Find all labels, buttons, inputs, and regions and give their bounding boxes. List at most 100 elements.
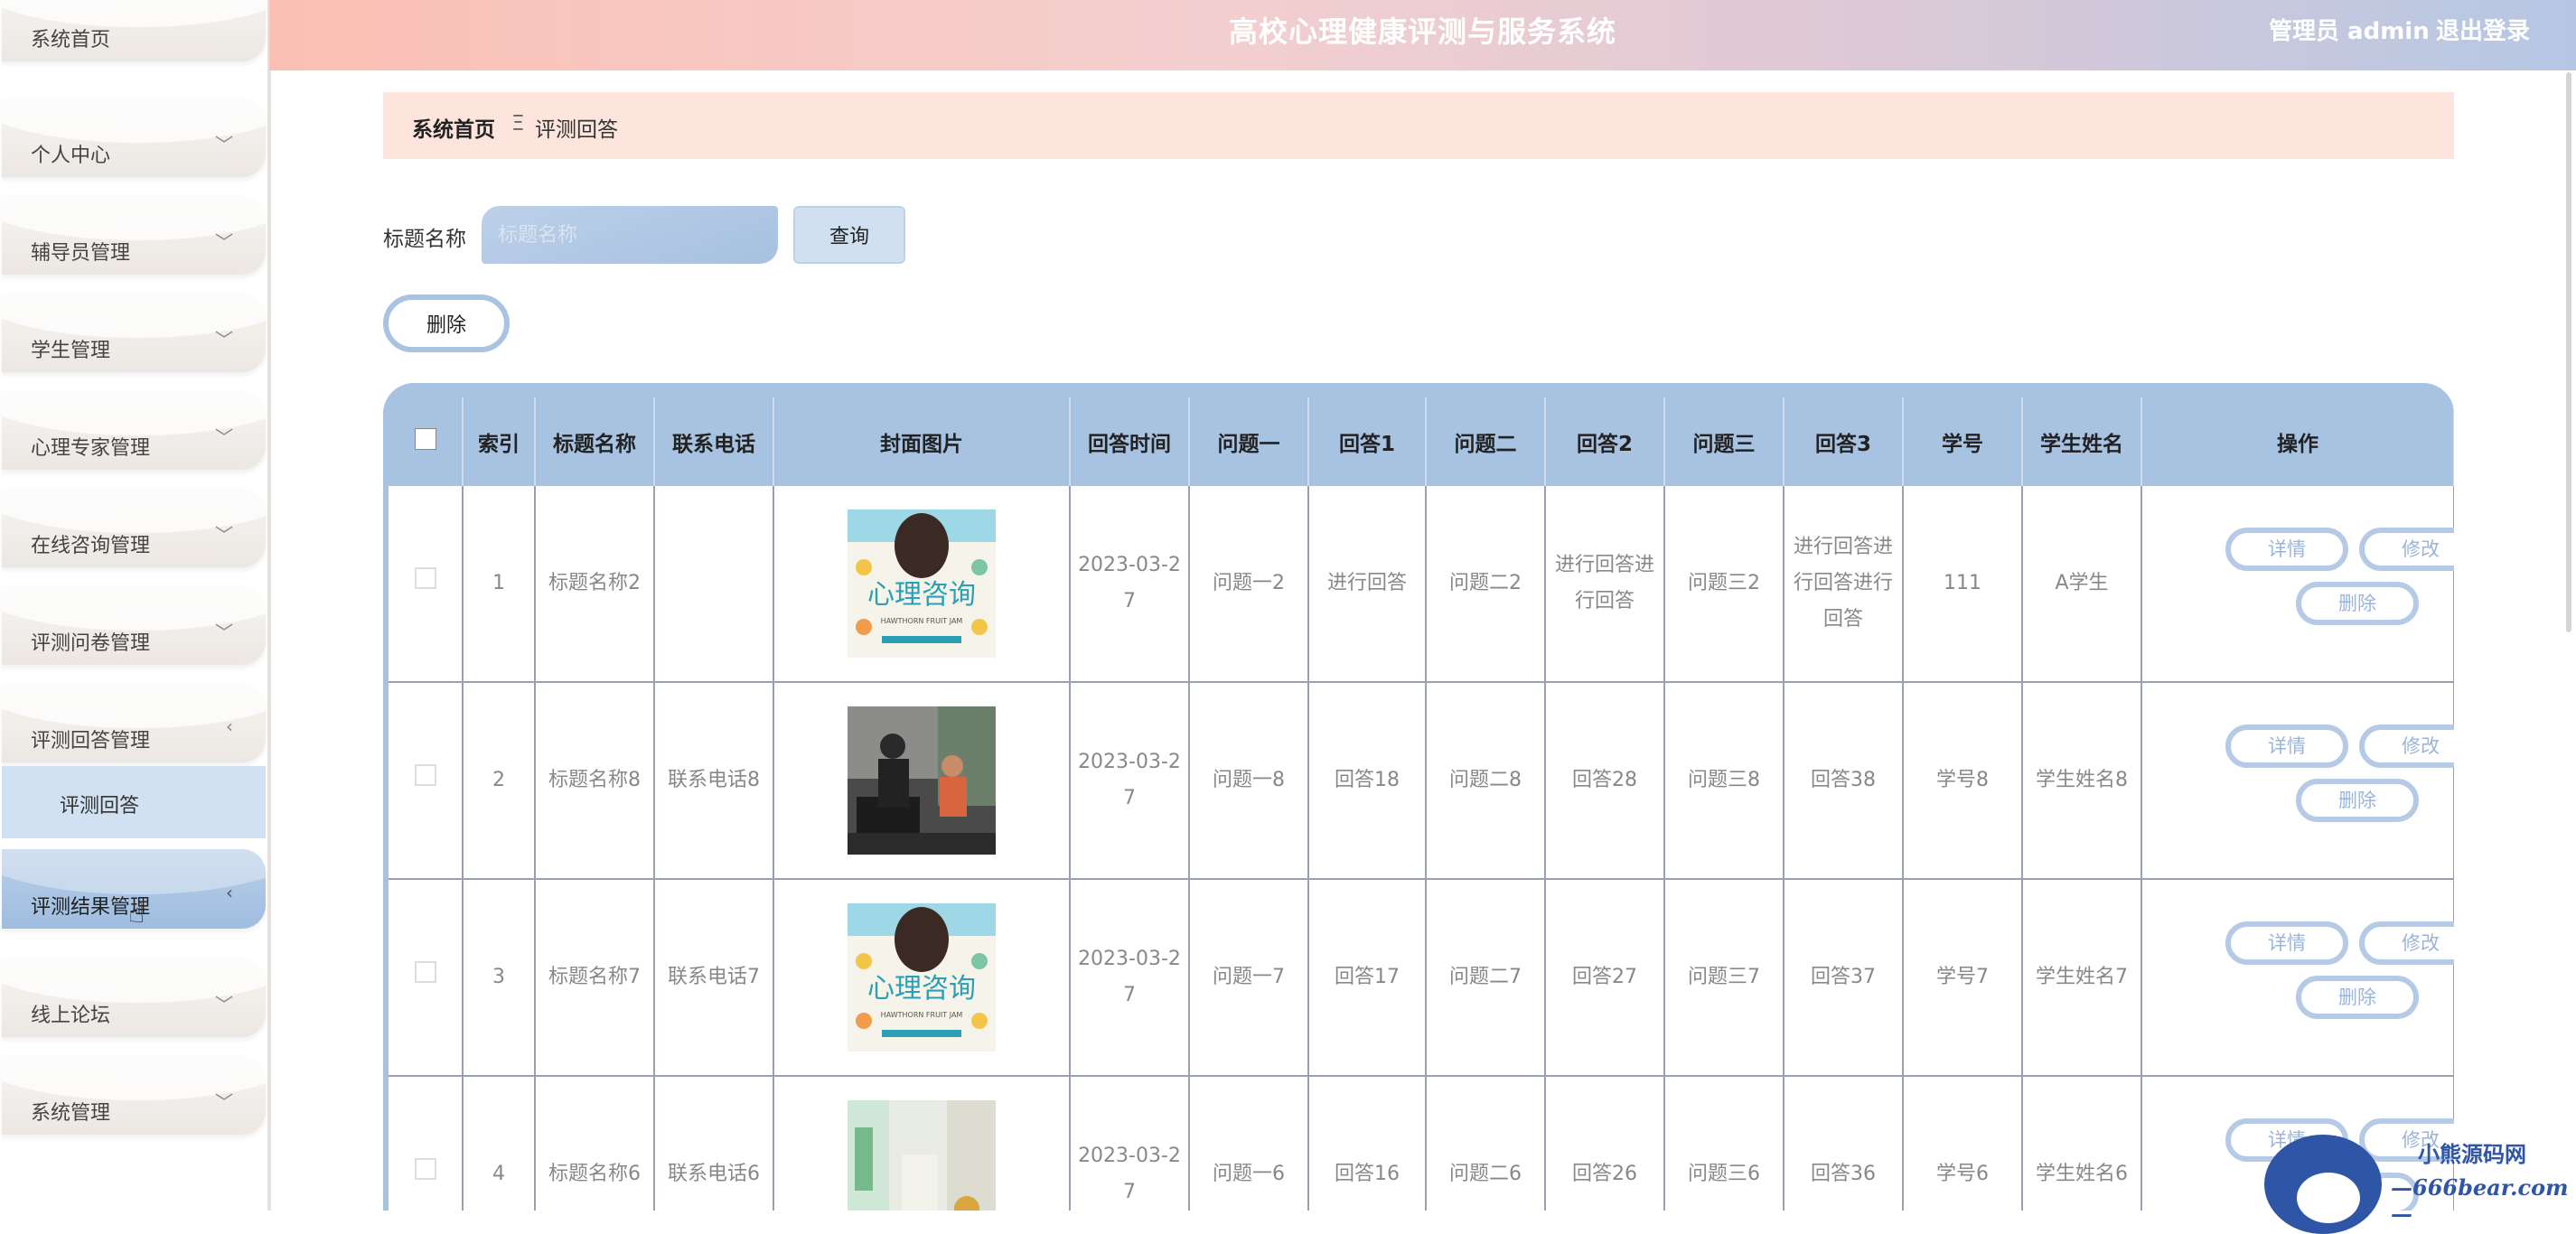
sidebar-item-label: 学生管理 — [31, 340, 111, 362]
sidebar-item-profile[interactable]: 个人中心 ﹀ — [2, 98, 266, 177]
search-input[interactable] — [482, 206, 778, 264]
column-header[interactable]: 问题一 — [1189, 397, 1309, 486]
select-all-checkbox[interactable] — [414, 428, 436, 450]
cell-index: 4 — [463, 1076, 536, 1211]
column-header[interactable]: 操作 — [2141, 397, 2454, 486]
batch-delete-button[interactable]: 删除 — [383, 294, 510, 352]
sidebar-item-label: 评测问卷管理 — [31, 632, 151, 655]
app-title: 高校心理健康评测与服务系统 — [1228, 14, 1616, 49]
mouse-cursor-icon: ☝ — [128, 898, 145, 930]
cell-q2: 问题二6 — [1426, 1076, 1546, 1211]
chevron-down-icon: ﹀ — [215, 994, 233, 1015]
table-row: 4 标题名称6 联系电话6 2023-03-27 问题一6 回答16 问题二6 回答26 问题三… — [389, 1076, 2454, 1211]
chevron-left-icon: ‹ — [226, 882, 233, 903]
watermark-line2: —666bear.com— — [2391, 1174, 2569, 1227]
row-select-cell — [389, 486, 464, 683]
cell-index: 1 — [463, 486, 536, 683]
breadcrumb: 系统首页 Ξ 评测回答 — [383, 92, 2454, 159]
column-header[interactable]: 回答时间 — [1070, 397, 1190, 486]
cell-a3: 进行回答进行回答进行回答 — [1784, 486, 1904, 683]
breadcrumb-separator-icon: Ξ — [511, 112, 525, 136]
row-checkbox[interactable] — [414, 961, 436, 983]
column-header[interactable]: 回答2 — [1545, 397, 1665, 486]
cover-image-cell — [773, 682, 1071, 880]
column-header[interactable]: 回答3 — [1784, 397, 1904, 486]
cell-phone: 联系电话6 — [654, 1076, 774, 1211]
cell-student-name: 学生姓名6 — [2022, 1076, 2142, 1211]
cell-a1: 回答16 — [1308, 1076, 1427, 1211]
sidebar-item-counselor[interactable]: 辅导员管理 ﹀ — [2, 195, 266, 275]
select-all-header — [389, 397, 464, 486]
column-header[interactable]: 学生姓名 — [2022, 397, 2142, 486]
detail-button[interactable]: 详情 — [2225, 921, 2348, 965]
delete-row-button[interactable]: 删除 — [2296, 779, 2419, 822]
page-scrollbar[interactable] — [2566, 72, 2571, 632]
table-header-row: 索引 标题名称 联系电话 封面图片 回答时间 问题一 回答1 问题二 回答2 问题三 回答3 学号 学生… — [389, 397, 2454, 486]
row-checkbox[interactable] — [414, 567, 436, 589]
cell-a2: 回答28 — [1545, 682, 1665, 880]
cell-q3: 问题三2 — [1664, 486, 1784, 683]
poster-title: 心理咨询 — [867, 973, 976, 1005]
column-header[interactable]: 问题三 — [1664, 397, 1784, 486]
sidebar-item-label: 系统首页 — [31, 29, 111, 51]
edit-button[interactable]: 修改 — [2359, 725, 2454, 768]
delete-row-button[interactable]: 删除 — [2296, 582, 2419, 625]
logout-link[interactable]: 退出登录 — [2436, 13, 2530, 46]
sidebar-item-home[interactable]: 系统首页 — [2, 0, 266, 61]
watermark-logo: 小熊源码网 —666bear.com— — [2259, 1129, 2576, 1234]
cell-student-no: 学号8 — [1903, 682, 2023, 880]
cell-student-no: 学号6 — [1903, 1076, 2023, 1211]
cover-image-cell: 心理咨询 HAWTHORN FRUIT JAM — [773, 486, 1071, 683]
cell-title: 标题名称8 — [535, 682, 655, 880]
poster-subtitle: HAWTHORN FRUIT JAM — [881, 1011, 963, 1019]
breadcrumb-home[interactable]: 系统首页 — [412, 112, 495, 143]
row-checkbox[interactable] — [414, 764, 436, 786]
breadcrumb-current: 评测回答 — [535, 118, 618, 142]
row-checkbox[interactable] — [414, 1158, 436, 1180]
cover-image — [848, 706, 996, 855]
table-row: 1 标题名称2 心理咨询 HAWTHORN FRUIT JAM 2023-03-27 问题… — [389, 486, 2454, 683]
search-button[interactable]: 查询 — [793, 206, 905, 264]
sidebar-subitem-answer[interactable]: 评测回答 — [2, 766, 266, 838]
edit-button[interactable]: 修改 — [2359, 528, 2454, 571]
cell-student-name: A学生 — [2022, 486, 2142, 683]
bear-logo-icon — [2264, 1135, 2382, 1234]
column-header[interactable]: 问题二 — [1426, 397, 1546, 486]
column-header[interactable]: 标题名称 — [535, 397, 655, 486]
sidebar-subitem-label: 评测回答 — [60, 795, 140, 818]
delete-row-button[interactable]: 删除 — [2296, 976, 2419, 1019]
edit-button[interactable]: 修改 — [2359, 921, 2454, 965]
column-header[interactable]: 封面图片 — [773, 397, 1071, 486]
column-header[interactable]: 索引 — [463, 397, 536, 486]
chevron-down-icon: ﹀ — [215, 622, 233, 643]
cell-q2: 问题二2 — [1426, 486, 1546, 683]
cell-index: 3 — [463, 879, 536, 1077]
sidebar-item-answer[interactable]: 评测回答管理 ‹ — [2, 683, 266, 762]
column-header[interactable]: 回答1 — [1308, 397, 1427, 486]
sidebar-item-forum[interactable]: 线上论坛 ﹀ — [2, 958, 266, 1037]
user-role-label: 管理员 admin — [2269, 18, 2430, 45]
chevron-down-icon: ﹀ — [215, 1091, 233, 1113]
sidebar-item-system[interactable]: 系统管理 ﹀ — [2, 1055, 266, 1135]
table-row: 2 标题名称8 联系电话8 2023-03-27 问题一8 回答18 问题二8 回答28 问题三… — [389, 682, 2454, 880]
cell-q2: 问题二8 — [1426, 682, 1546, 880]
column-header[interactable]: 联系电话 — [654, 397, 774, 486]
cell-q2: 问题二7 — [1426, 879, 1546, 1077]
column-header[interactable]: 学号 — [1903, 397, 2023, 486]
sidebar-item-student[interactable]: 学生管理 ﹀ — [2, 293, 266, 372]
cell-time: 2023-03-27 — [1070, 486, 1190, 683]
cover-image — [848, 1100, 996, 1211]
sidebar-item-questionnaire[interactable]: 评测问卷管理 ﹀ — [2, 585, 266, 665]
chevron-down-icon: ﹀ — [215, 231, 233, 253]
sidebar-item-label: 系统管理 — [31, 1102, 111, 1125]
detail-button[interactable]: 详情 — [2225, 528, 2348, 571]
detail-button[interactable]: 详情 — [2225, 725, 2348, 768]
sidebar-item-consult[interactable]: 在线咨询管理 ﹀ — [2, 488, 266, 567]
chevron-down-icon: ﹀ — [215, 426, 233, 448]
cell-a1: 进行回答 — [1308, 486, 1427, 683]
chevron-down-icon: ﹀ — [215, 329, 233, 351]
sidebar-item-expert[interactable]: 心理专家管理 ﹀ — [2, 390, 266, 470]
cell-q3: 问题三6 — [1664, 1076, 1784, 1211]
cell-a3: 回答36 — [1784, 1076, 1904, 1211]
cell-time: 2023-03-27 — [1070, 682, 1190, 880]
